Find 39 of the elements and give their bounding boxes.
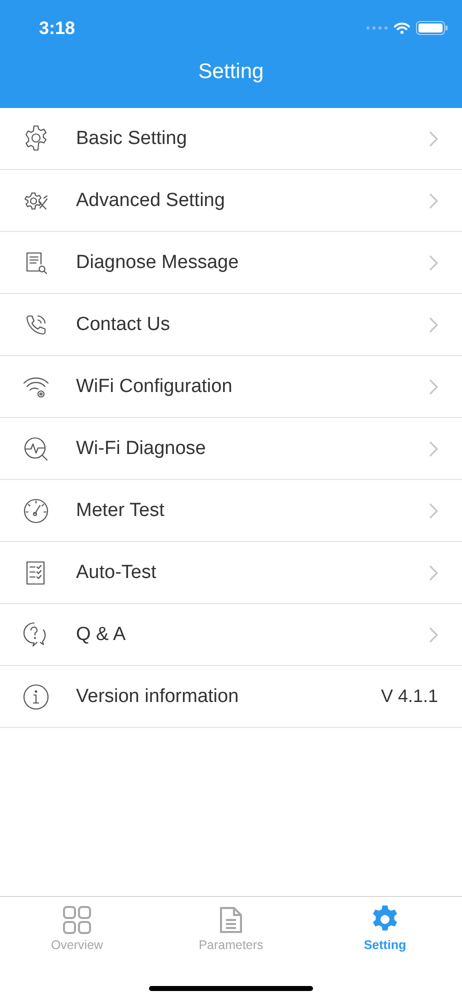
chevron-icon	[429, 626, 438, 642]
row-label: Meter Test	[76, 500, 166, 522]
version-value: V 4.1.1	[380, 686, 438, 707]
chevron-icon	[429, 316, 438, 332]
info-icon	[22, 682, 50, 710]
screen-title: Setting	[197, 60, 265, 84]
row-label: Wi-Fi Diagnose	[76, 438, 207, 460]
chevron-icon	[429, 130, 438, 146]
row-label: Contact Us	[76, 314, 171, 336]
pulse-search-icon	[22, 434, 50, 462]
row-label: Q & A	[76, 624, 127, 646]
settings-row[interactable]: Auto-Test	[0, 542, 462, 604]
settings-row[interactable]: Diagnose Message	[0, 232, 462, 294]
row-label: Advanced Setting	[76, 190, 226, 212]
signal-dots-icon	[366, 26, 388, 30]
settings-row[interactable]: Wi-Fi Diagnose	[0, 418, 462, 480]
settings-row[interactable]: Contact Us	[0, 294, 462, 356]
row-label: Basic Setting	[76, 128, 188, 150]
gauge-icon	[22, 496, 50, 524]
settings-row[interactable]: Version information V 4.1.1	[0, 666, 462, 728]
settings-row[interactable]: Meter Test	[0, 480, 462, 542]
chevron-icon	[429, 378, 438, 394]
chevron-icon	[429, 192, 438, 208]
battery-icon	[416, 21, 448, 35]
chevron-icon	[429, 564, 438, 580]
chevron-icon	[429, 254, 438, 270]
row-label: Diagnose Message	[76, 252, 240, 274]
settings-row[interactable]: Advanced Setting	[0, 170, 462, 232]
settings-row[interactable]: Basic Setting	[0, 108, 462, 170]
row-label: Version information	[76, 686, 240, 708]
settings-row[interactable]: Q & A	[0, 604, 462, 666]
row-label: WiFi Configuration	[76, 376, 234, 398]
chevron-icon	[429, 502, 438, 518]
row-label: Auto-Test	[76, 562, 158, 584]
status-time: 3:18	[39, 18, 76, 38]
settings-row[interactable]: WiFi Configuration	[0, 356, 462, 418]
grid-icon	[62, 905, 92, 935]
wifi-icon	[394, 22, 410, 34]
chevron-icon	[429, 440, 438, 456]
